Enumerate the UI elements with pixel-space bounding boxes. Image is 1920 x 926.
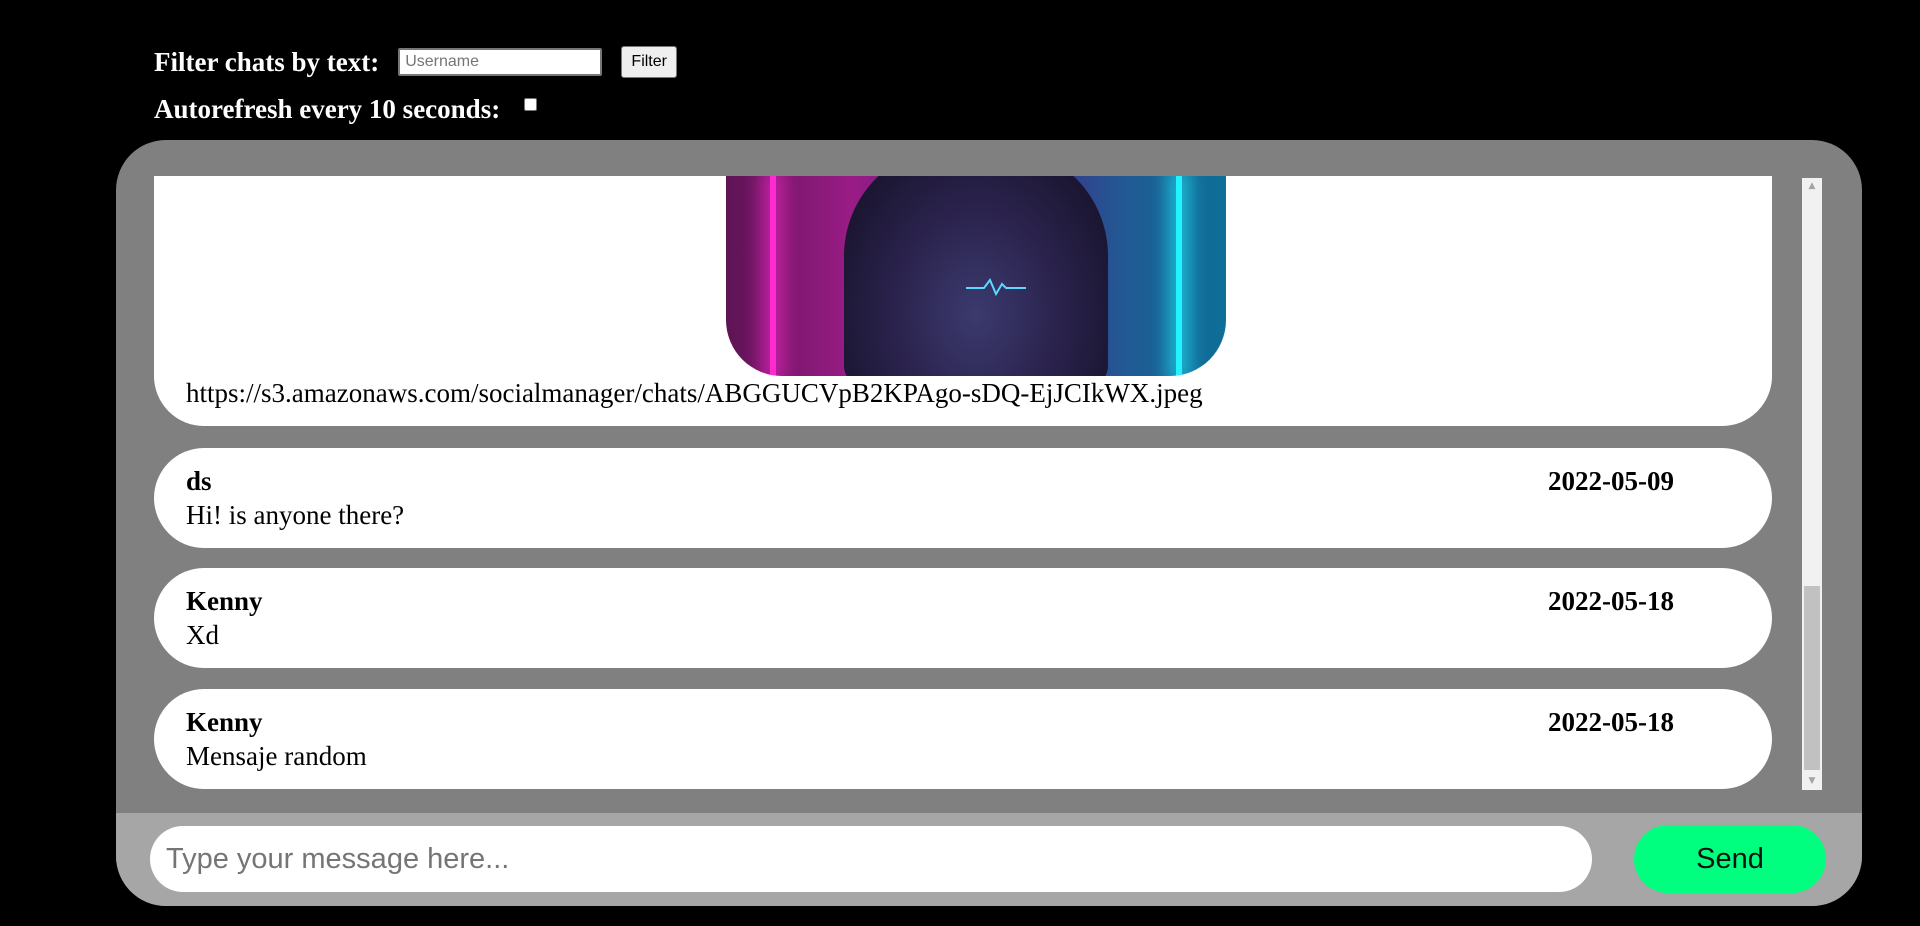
message-card: Kenny 2022-05-18 Xd <box>154 568 1772 668</box>
filter-label: Filter chats by text: <box>154 46 380 77</box>
message-text: Xd <box>186 620 219 650</box>
autorefresh-label: Autorefresh every 10 seconds: <box>154 94 501 124</box>
message-username: Kenny <box>186 707 263 737</box>
scrollbar-thumb[interactable] <box>1804 586 1820 770</box>
filter-username-input[interactable] <box>398 48 603 76</box>
message-date: 2022-05-18 <box>1548 586 1674 616</box>
message-username: ds <box>186 466 212 496</box>
send-button[interactable]: Send <box>1634 825 1826 893</box>
message-image-card: https://s3.amazonaws.com/socialmanager/c… <box>154 176 1772 426</box>
scroll-down-arrow-icon[interactable]: ▼ <box>1802 773 1822 790</box>
message-url: https://s3.amazonaws.com/socialmanager/c… <box>186 378 1203 408</box>
chat-panel: https://s3.amazonaws.com/socialmanager/c… <box>116 140 1862 906</box>
message-username: Kenny <box>186 586 263 616</box>
message-input[interactable] <box>150 826 1592 892</box>
message-text: Hi! is anyone there? <box>186 500 405 530</box>
heartbeat-icon <box>966 278 1026 296</box>
message-card: ds 2022-05-09 Hi! is anyone there? <box>154 448 1772 548</box>
message-text: Mensaje random <box>186 741 367 771</box>
autorefresh-row: Autorefresh every 10 seconds: <box>154 94 538 125</box>
chat-image-hooded-figure <box>726 176 1226 376</box>
message-list[interactable]: https://s3.amazonaws.com/socialmanager/c… <box>154 176 1772 906</box>
neon-light-left <box>770 176 776 376</box>
message-card: Kenny 2022-05-18 Mensaje random <box>154 689 1772 789</box>
composer-bar: Send <box>116 813 1862 906</box>
filter-row: Filter chats by text: Filter <box>154 46 678 78</box>
message-scrollbar[interactable]: ▲ ▼ <box>1802 178 1822 790</box>
message-date: 2022-05-09 <box>1548 466 1674 496</box>
autorefresh-checkbox[interactable] <box>524 98 538 111</box>
scroll-up-arrow-icon[interactable]: ▲ <box>1802 178 1822 195</box>
message-date: 2022-05-18 <box>1548 707 1674 737</box>
filter-button[interactable]: Filter <box>621 46 678 78</box>
neon-light-right <box>1176 176 1182 376</box>
